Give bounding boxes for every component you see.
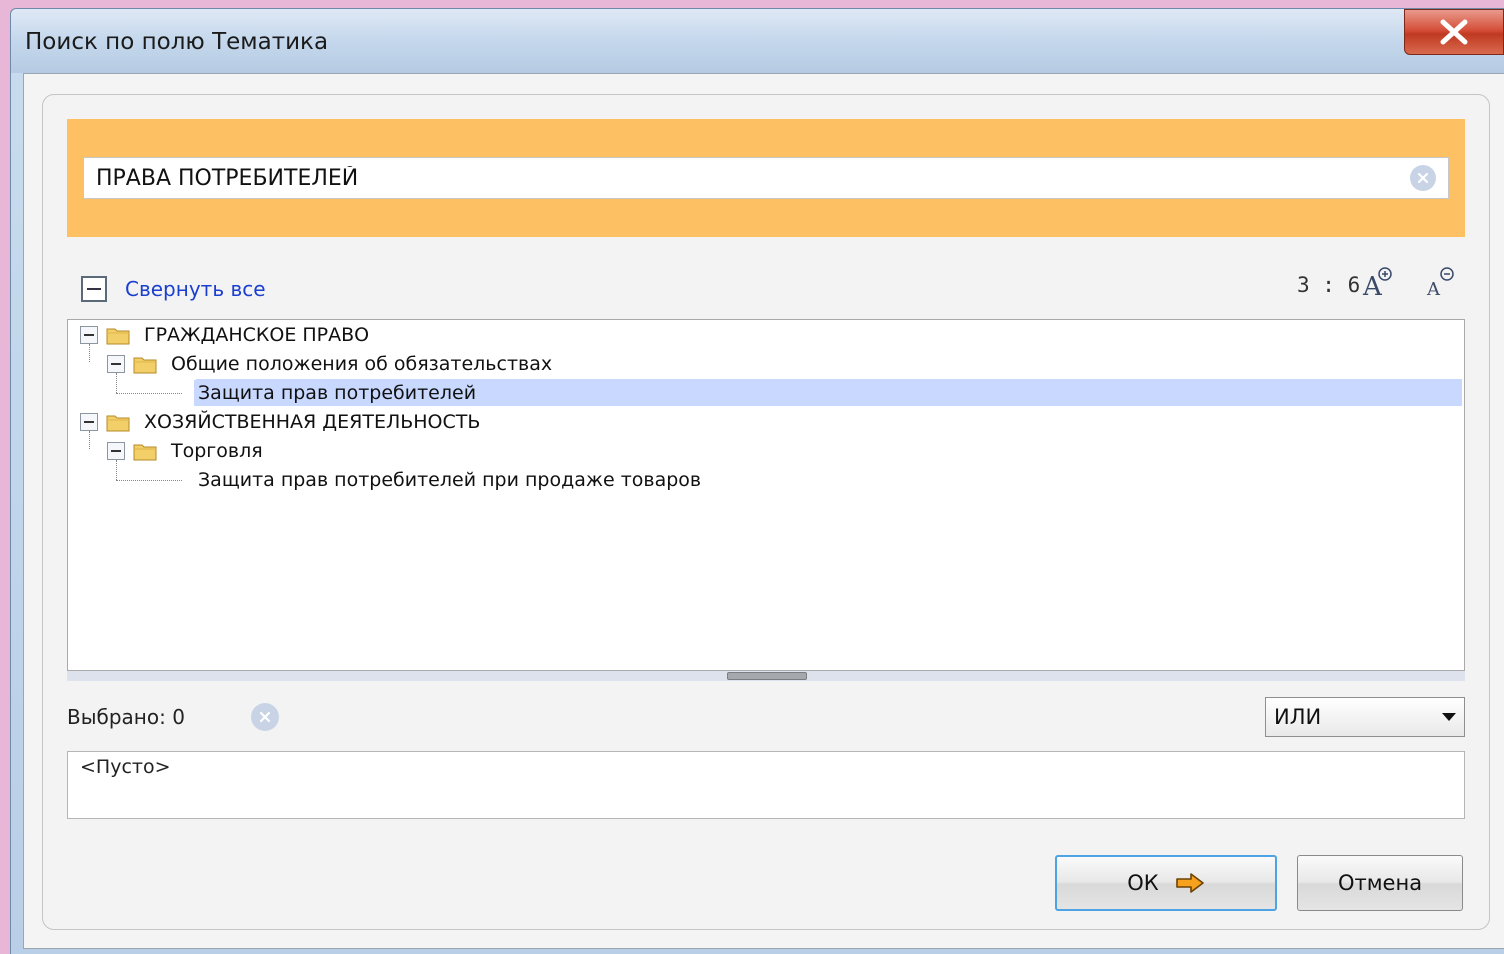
tree-item-label: Общие положения об обязательствах (171, 352, 553, 375)
collapse-node-icon[interactable] (80, 325, 98, 344)
tree-item-label: Торговля (171, 439, 263, 462)
tree-item-label: ГРАЖДАНСКОЕ ПРАВО (144, 323, 370, 346)
operator-select[interactable]: ИЛИ (1265, 697, 1465, 737)
tree-item-label: Защита прав потребителей при продаже тов… (198, 468, 702, 491)
clear-search-button[interactable] (1410, 165, 1436, 191)
operator-select-value: ИЛИ (1274, 705, 1322, 729)
tree-item[interactable]: Общие положения об обязательствах (68, 349, 1464, 378)
subject-tree[interactable]: ГРАЖДАНСКОЕ ПРАВО Общие положения об обя… (67, 319, 1465, 671)
collapse-all-icon[interactable] (81, 276, 107, 302)
svg-text:A: A (1426, 279, 1441, 299)
search-input[interactable] (84, 158, 1410, 198)
search-band (67, 119, 1465, 237)
match-counter: 3 : 6 (1297, 273, 1361, 297)
folder-icon (133, 357, 157, 373)
clear-icon (259, 711, 271, 723)
collapse-node-icon[interactable] (80, 412, 98, 431)
ok-button[interactable]: ОК (1055, 855, 1277, 911)
dialog-window: Поиск по полю Тематика ПРАВА ПОТРЕБИТЕЛЕ… (10, 8, 1504, 954)
close-icon (1440, 19, 1468, 45)
increase-font-icon[interactable]: A (1361, 265, 1395, 299)
clear-icon (1417, 172, 1429, 184)
tree-item[interactable]: Торговля (68, 436, 1464, 465)
arrow-right-icon (1175, 873, 1204, 893)
dropdown-arrow-icon (1442, 713, 1456, 721)
collapse-node-icon[interactable] (107, 354, 125, 373)
tree-item[interactable]: ХОЗЯЙСТВЕННАЯ ДЕЯТЕЛЬНОСТЬ (68, 407, 1464, 436)
decrease-font-icon[interactable]: A (1423, 265, 1457, 299)
title-bar: Поиск по полю Тематика (11, 9, 1504, 73)
selected-items-box[interactable]: <Пусто> (67, 751, 1465, 819)
selected-items-empty-text: <Пусто> (80, 756, 171, 778)
tree-item-label: ХОЗЯЙСТВЕННАЯ ДЕЯТЕЛЬНОСТЬ (144, 410, 481, 433)
pane-splitter[interactable] (67, 671, 1465, 681)
collapse-all-link[interactable]: Свернуть все (125, 277, 266, 301)
clear-selection-button[interactable] (251, 703, 279, 731)
search-box (83, 157, 1449, 199)
folder-icon (133, 444, 157, 460)
selected-count-label: Выбрано: 0 (67, 705, 185, 729)
tree-item-label: Защита прав потребителей (194, 379, 481, 406)
tree-item[interactable]: Защита прав потребителей при продаже тов… (68, 465, 1464, 494)
tree-item-selected[interactable]: Защита прав потребителей (68, 378, 1464, 407)
content-panel: Свернуть все 3 : 6 A A (42, 94, 1490, 930)
cancel-button[interactable]: Отмена (1297, 855, 1463, 911)
close-button[interactable] (1404, 9, 1504, 55)
folder-icon (106, 415, 130, 431)
folder-icon (106, 328, 130, 344)
tree-item[interactable]: ГРАЖДАНСКОЕ ПРАВО (68, 320, 1464, 349)
collapse-all-row: Свернуть все (81, 273, 266, 305)
collapse-node-icon[interactable] (107, 441, 125, 460)
dialog-client-area: Свернуть все 3 : 6 A A (23, 73, 1504, 949)
window-title: Поиск по полю Тематика (25, 29, 329, 55)
splitter-grip[interactable] (727, 672, 807, 680)
ok-button-label: ОК (1127, 871, 1159, 895)
